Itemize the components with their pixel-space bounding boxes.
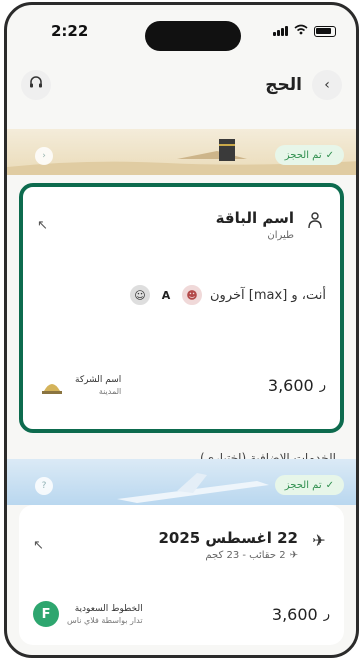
booked-badge-2: ✓ تم الحجز: [274, 475, 344, 495]
package-card[interactable]: اسم الباقة طيران ↖ أنت، و [max] آخرون ☻ …: [19, 183, 344, 433]
flight-banner: ? ✓ تم الحجز: [7, 459, 356, 505]
package-type: طيران: [267, 230, 294, 241]
pilgrim-icon: [304, 209, 326, 231]
dynamic-island: [145, 21, 241, 51]
riyal-icon: ر: [319, 377, 326, 393]
package-footer-row: ر 3,600 اسم الشركة المدينة: [37, 373, 326, 397]
expand-arrow-icon[interactable]: ↖: [33, 538, 44, 553]
luggage-icon: ✈: [289, 550, 298, 561]
company-logo: [37, 373, 67, 397]
wifi-icon: [294, 24, 308, 39]
company-city: المدينة: [98, 386, 122, 396]
company-info: اسم الشركة المدينة: [37, 373, 121, 397]
flight-price: ر 3,600: [271, 604, 330, 624]
flight-header-row: ✈ 22 اغسطس 2025 ✈ 2 حقائب - 23 كجم ↖: [33, 529, 330, 561]
package-name: اسم الباقة: [215, 209, 294, 227]
traveler-avatar-2: ☺: [128, 283, 152, 307]
package-banner: › ✓ تم الحجز: [7, 129, 356, 175]
baggage-info: 2 حقائب - 23 كجم: [205, 550, 286, 561]
banner-indicator: ›: [35, 147, 53, 165]
airline-info: الخطوط السعودية تدار بواسطة فلاي ناس F: [33, 601, 143, 627]
flight-card[interactable]: ✈ 22 اغسطس 2025 ✈ 2 حقائب - 23 كجم ↖ ر 3…: [19, 505, 344, 645]
page-title: الحج: [265, 75, 302, 95]
avatar-letter: A: [154, 283, 178, 307]
traveler-avatar: ☻: [180, 283, 204, 307]
riyal-icon: ر: [323, 606, 330, 622]
travelers-text: أنت، و [max] آخرون: [210, 287, 326, 303]
support-button[interactable]: [21, 70, 51, 100]
airplane-icon: ✈: [312, 530, 326, 550]
company-name: اسم الشركة: [75, 374, 122, 385]
expand-arrow-icon[interactable]: ↖: [37, 218, 48, 233]
avatar-group: ☻ A ☺: [128, 283, 204, 307]
signal-icon: [273, 26, 288, 36]
headset-icon: [28, 75, 44, 95]
airline-operator: تدار بواسطة فلاي ناس: [67, 615, 143, 625]
header-title-group: › الحج: [265, 70, 342, 100]
check-icon: ✓: [325, 149, 334, 161]
airline-logo: F: [33, 601, 59, 627]
page-header: › الحج: [7, 67, 356, 103]
banner-indicator-2: ?: [35, 477, 53, 495]
check-icon: ✓: [325, 479, 334, 491]
flight-footer-row: ر 3,600 الخطوط السعودية تدار بواسطة فلاي…: [33, 601, 330, 627]
airline-name: الخطوط السعودية: [74, 603, 143, 614]
battery-icon: [314, 25, 336, 37]
flight-date: 22 اغسطس 2025: [158, 529, 298, 547]
package-header-row: اسم الباقة طيران ↖: [37, 209, 326, 241]
back-button[interactable]: ›: [312, 70, 342, 100]
phone-screen: 2:22 › الحج › ✓ تم الحجز اسم الباقة طيرا…: [4, 2, 359, 658]
travelers-row: أنت، و [max] آخرون ☻ A ☺: [37, 283, 326, 307]
status-time: 2:22: [51, 22, 89, 40]
package-price: ر 3,600: [267, 375, 326, 395]
booked-badge: ✓ تم الحجز: [274, 145, 344, 165]
chevron-right-icon: ›: [324, 77, 330, 93]
status-icons: [273, 24, 336, 39]
